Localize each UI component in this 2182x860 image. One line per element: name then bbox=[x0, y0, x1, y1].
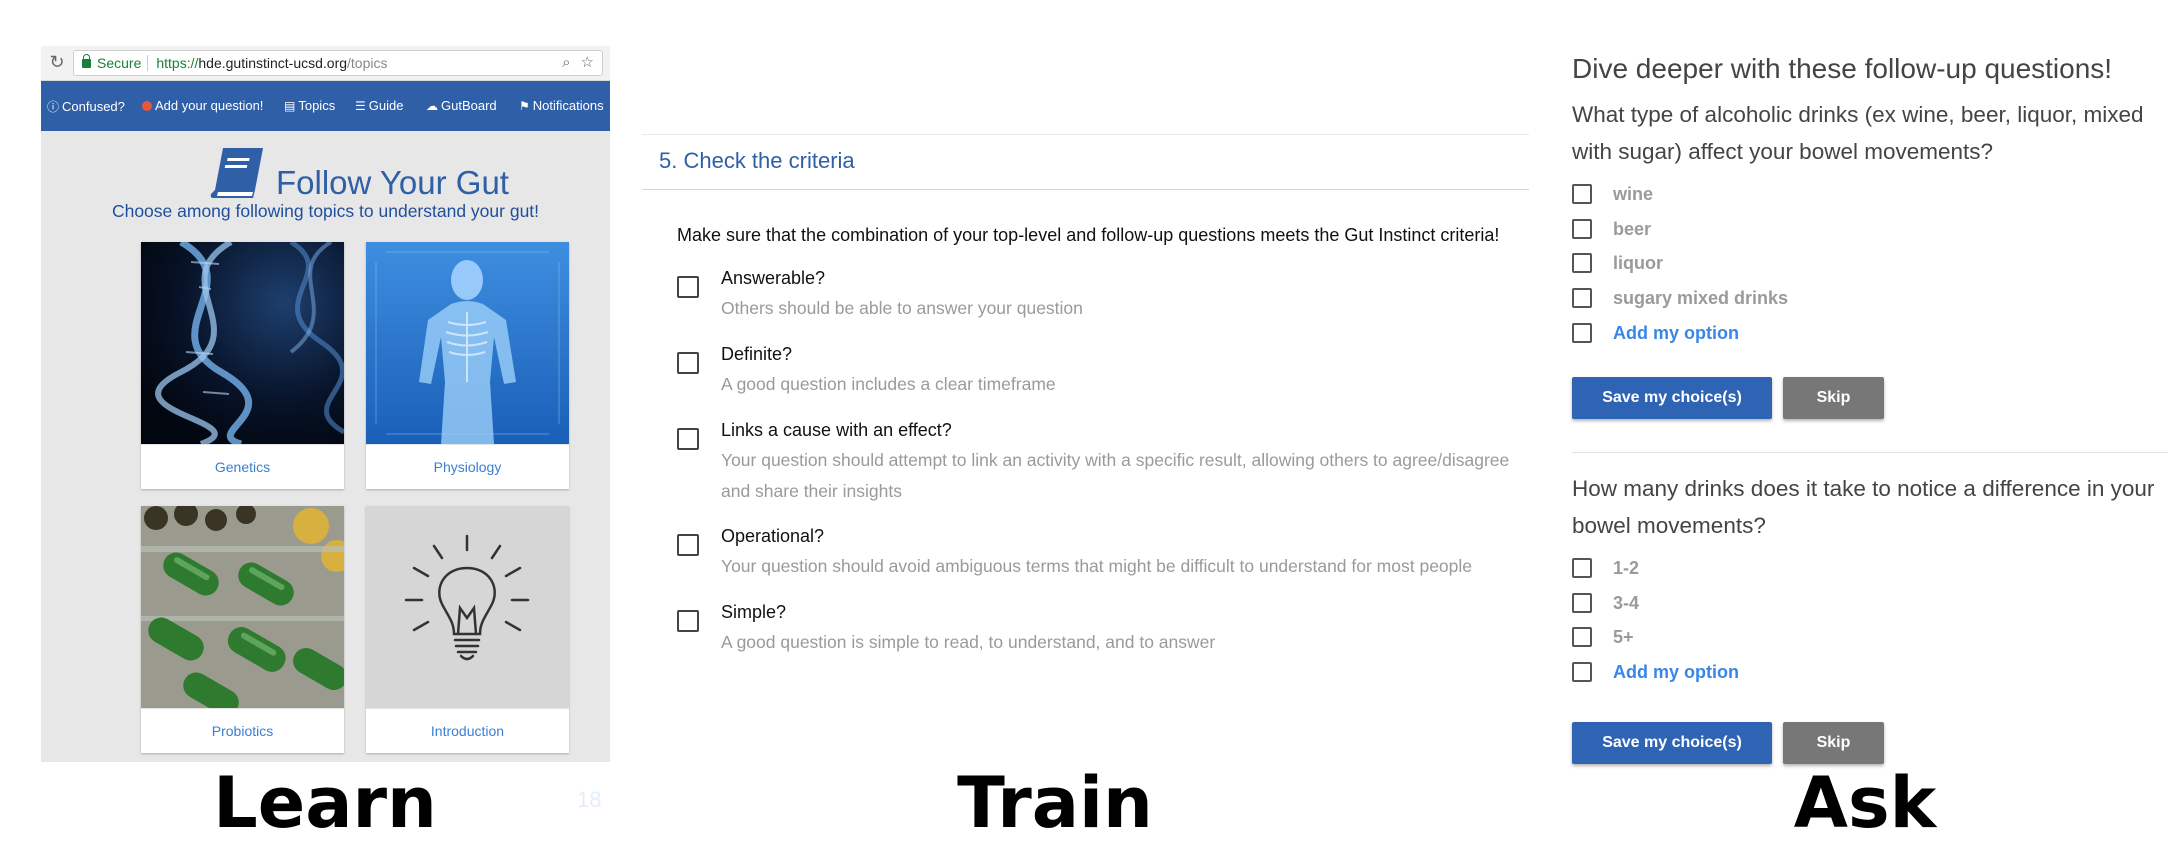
criterion-checkbox[interactable] bbox=[677, 276, 699, 298]
option-checkbox[interactable] bbox=[1572, 662, 1592, 682]
url-path: /topics bbox=[347, 55, 388, 71]
topic-label: Genetics bbox=[141, 444, 344, 489]
topic-label: Probiotics bbox=[141, 708, 344, 753]
star-icon[interactable]: ☆ bbox=[581, 54, 594, 71]
page-title: Follow Your Gut bbox=[276, 164, 509, 201]
criterion-title: Simple? bbox=[721, 602, 787, 622]
question-divider bbox=[1572, 452, 2168, 453]
train-caption: Train bbox=[957, 762, 1153, 844]
skip-button[interactable]: Skip bbox=[1783, 377, 1884, 419]
learn-caption: Learn bbox=[213, 762, 437, 844]
nav-guide-label: Guide bbox=[368, 98, 404, 113]
nav-gutboard[interactable]: ☁ GutBoard bbox=[426, 98, 497, 113]
train-screenshot: 5. Check the criteria Make sure that the… bbox=[642, 134, 1529, 694]
option-checkbox[interactable] bbox=[1572, 558, 1592, 578]
url-host: hde.gutinstinct-ucsd.org bbox=[198, 55, 348, 71]
option-checkbox[interactable] bbox=[1572, 288, 1592, 308]
topic-card-introduction[interactable]: Introduction bbox=[366, 506, 569, 753]
url-field[interactable]: Secure https://hde.gutinstinct-ucsd.org/t… bbox=[73, 50, 603, 76]
nav-gutboard-label: GutBoard bbox=[441, 98, 497, 113]
nav-confused[interactable]: ⓘ Confused? bbox=[47, 98, 125, 115]
criteria-header: 5. Check the criteria bbox=[642, 134, 1529, 190]
option-label: sugary mixed drinks bbox=[1613, 288, 1789, 308]
nav-add-question-label: Add your question! bbox=[155, 98, 264, 113]
nav-topics-label: Topics bbox=[298, 98, 336, 113]
page-subtitle: Choose among following topics to underst… bbox=[111, 201, 540, 221]
topic-card-probiotics[interactable]: Probiotics bbox=[141, 506, 344, 753]
criterion-title: Answerable? bbox=[721, 268, 826, 288]
pills-image bbox=[141, 506, 344, 708]
option-checkbox[interactable] bbox=[1572, 593, 1592, 613]
nav-notifications-label: Notifications bbox=[532, 98, 604, 113]
ask-caption: Ask bbox=[1793, 762, 1937, 844]
lightbulb-image bbox=[366, 506, 569, 708]
topic-card-physiology[interactable]: Physiology bbox=[366, 242, 569, 489]
save-choices-button[interactable]: Save my choice(s) bbox=[1572, 377, 1772, 419]
nav-add-question[interactable]: Add your question! bbox=[142, 98, 263, 113]
option-checkbox[interactable] bbox=[1572, 323, 1592, 343]
secure-label: Secure bbox=[97, 55, 142, 71]
option-label: liquor bbox=[1613, 253, 1663, 273]
plus-circle-icon bbox=[142, 101, 152, 111]
question-text: How many drinks does it take to notice a… bbox=[1572, 476, 2155, 538]
url-scheme: https:// bbox=[156, 55, 199, 71]
criterion-description: Your question should attempt to link an … bbox=[721, 450, 1510, 501]
learn-screenshot: ↻ Secure https://hde.gutinstinct-ucsd.org… bbox=[41, 46, 610, 762]
criterion-title: Operational? bbox=[721, 526, 825, 546]
book-logo-icon bbox=[210, 148, 263, 198]
skip-button[interactable]: Skip bbox=[1783, 722, 1884, 764]
criteria-title: 5. Check the criteria bbox=[659, 148, 855, 173]
criterion-description: Your question should avoid ambiguous ter… bbox=[721, 556, 1473, 576]
criterion-description: Others should be able to answer your que… bbox=[721, 298, 1083, 318]
criterion-checkbox[interactable] bbox=[677, 534, 699, 556]
url-separator bbox=[147, 55, 149, 71]
lock-icon bbox=[82, 54, 91, 68]
criterion-checkbox[interactable] bbox=[677, 610, 699, 632]
option-label: 5+ bbox=[1613, 627, 1634, 647]
dna-image bbox=[141, 242, 344, 444]
criteria-intro: Make sure that the combination of your t… bbox=[677, 225, 1500, 245]
criterion-checkbox[interactable] bbox=[677, 352, 699, 374]
body-scan-image bbox=[366, 242, 569, 444]
slide-page-number: 18 bbox=[577, 787, 602, 812]
option-label: 3-4 bbox=[1613, 593, 1640, 613]
option-checkbox[interactable] bbox=[1572, 627, 1592, 647]
browser-address-bar: ↻ Secure https://hde.gutinstinct-ucsd.org… bbox=[41, 46, 610, 81]
help-circle-icon: ⓘ bbox=[47, 100, 60, 114]
followup-heading: Dive deeper with these follow-up questio… bbox=[1572, 53, 2113, 84]
criterion-description: A good question is simple to read, to un… bbox=[721, 632, 1216, 652]
option-label: beer bbox=[1613, 219, 1652, 239]
criterion-checkbox[interactable] bbox=[677, 428, 699, 450]
option-label: 1-2 bbox=[1613, 558, 1640, 578]
list-icon: ☰ bbox=[355, 99, 366, 113]
chat-icon: ☁ bbox=[426, 99, 438, 113]
criterion-description: A good question includes a clear timefra… bbox=[721, 374, 1056, 394]
topic-label: Physiology bbox=[366, 444, 569, 489]
option-checkbox[interactable] bbox=[1572, 184, 1592, 204]
option-label: wine bbox=[1613, 184, 1654, 204]
bell-icon: ⚑ bbox=[519, 99, 530, 113]
nav-topics[interactable]: ▤ Topics bbox=[284, 98, 335, 113]
reload-icon[interactable]: ↻ bbox=[47, 51, 67, 73]
criterion-title: Definite? bbox=[721, 344, 793, 364]
question-text: What type of alcoholic drinks (ex wine, … bbox=[1572, 102, 2144, 164]
site-navbar: ⓘ Confused? Add your question! ▤ Topics ☰ G… bbox=[41, 81, 610, 131]
add-option-link[interactable]: Add my option bbox=[1613, 323, 1739, 344]
topic-label: Introduction bbox=[366, 708, 569, 753]
nav-confused-label: Confused? bbox=[62, 99, 125, 114]
add-option-link[interactable]: Add my option bbox=[1613, 662, 1739, 683]
option-checkbox[interactable] bbox=[1572, 253, 1592, 273]
save-choices-button[interactable]: Save my choice(s) bbox=[1572, 722, 1772, 764]
book-icon: ▤ bbox=[284, 99, 296, 113]
search-icon[interactable]: ⌕ bbox=[562, 54, 570, 71]
criterion-title: Links a cause with an effect? bbox=[721, 420, 952, 440]
topic-card-genetics[interactable]: Genetics bbox=[141, 242, 344, 489]
nav-notifications[interactable]: ⚑ Notifications bbox=[519, 98, 604, 113]
nav-guide[interactable]: ☰ Guide bbox=[355, 98, 403, 113]
ask-screenshot: Dive deeper with these follow-up questio… bbox=[1572, 46, 2172, 776]
option-checkbox[interactable] bbox=[1572, 219, 1592, 239]
